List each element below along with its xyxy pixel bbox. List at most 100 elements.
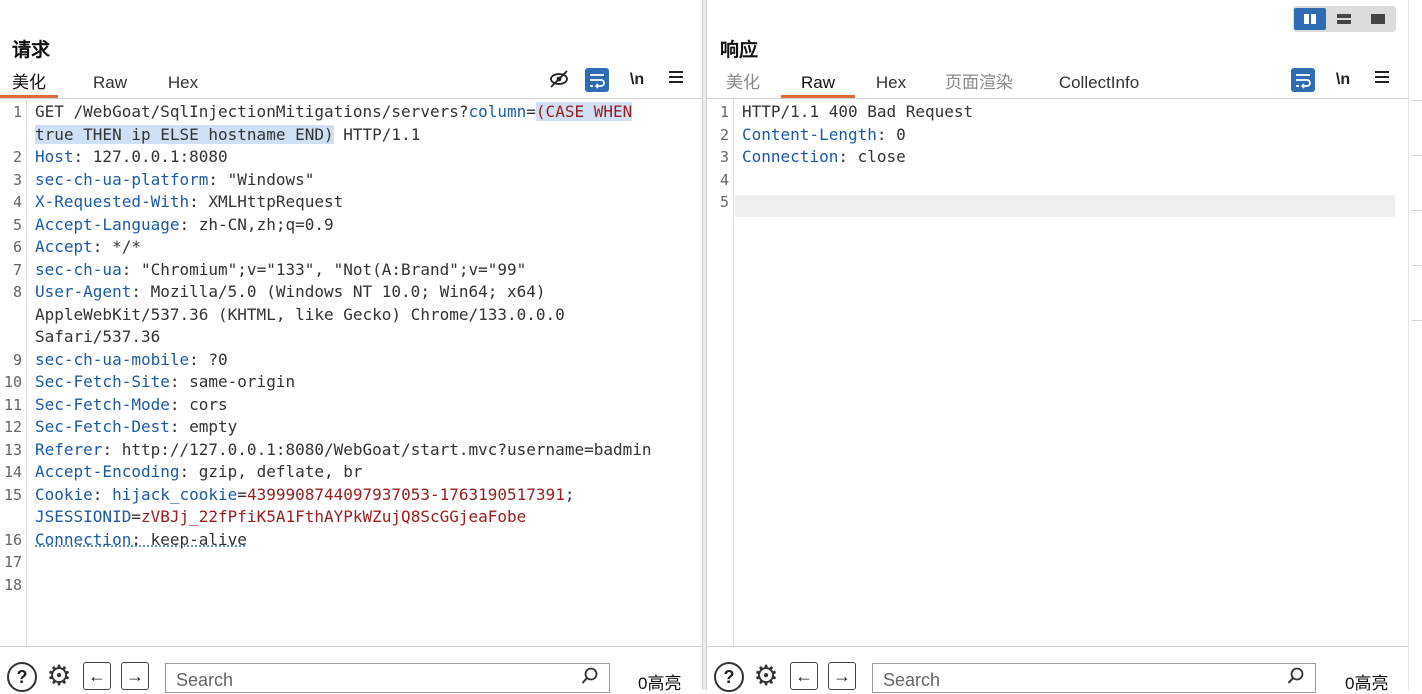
tab-raw[interactable]: Raw xyxy=(84,70,136,98)
code-line: sec-ch-ua: "Chromium";v="133", "Not(A:Br… xyxy=(35,259,526,281)
code-token: : 127.0.0.1:8080 xyxy=(73,147,228,166)
code-token: Content-Length xyxy=(742,124,877,144)
current-line-highlight xyxy=(735,195,1395,217)
line-number: 14 xyxy=(3,463,22,481)
code-line: JSESSIONID=zVBJj_22fPfiK5A1FthAYPkWZujQ8… xyxy=(35,506,526,528)
code-token: : zh-CN,zh;q=0.9 xyxy=(179,214,334,234)
line-number: 2 xyxy=(719,125,729,144)
back-arrow-button[interactable]: ← xyxy=(83,662,111,690)
gear-icon[interactable]: ⚙ xyxy=(43,660,75,692)
tab-page-render[interactable]: 页面渲染 xyxy=(939,70,1019,98)
code-line: Content-Length: 0 xyxy=(742,124,906,146)
code-token: AppleWebKit/537.36 (KHTML, like Gecko) C… xyxy=(35,304,565,324)
line-number: 2 xyxy=(12,148,22,166)
code-token: true THEN ip ELSE hostname END) xyxy=(35,124,334,144)
code-token: : xyxy=(92,484,113,504)
right-scroll-gutter[interactable] xyxy=(1408,0,1422,690)
line-number-gutter: 1 2 3 4 5 6 7 8 9 10 11 12 13 14 15 16 17 18 xyxy=(0,100,27,646)
request-search[interactable] xyxy=(165,663,610,693)
code-token: Accept-Language xyxy=(35,214,180,234)
search-icon[interactable] xyxy=(1287,667,1305,690)
search-input[interactable] xyxy=(174,667,558,693)
layout-side-by-side-button[interactable] xyxy=(1294,8,1326,30)
request-footer: ? ⚙ ← → 0高亮 xyxy=(0,646,702,693)
response-editor[interactable]: 1 2 3 4 5 HTTP/1.1 400 Bad Request Content-Le… xyxy=(707,100,1408,646)
code-token: Sec-Fetch-Site xyxy=(35,372,170,391)
code-token: zVBJj_22fPfiK5A1FthAYPkWZujQ8ScGGjeaFobe xyxy=(140,507,527,526)
layout-toggle[interactable] xyxy=(1293,6,1396,32)
gear-icon[interactable]: ⚙ xyxy=(750,660,782,692)
tab-divider xyxy=(0,98,702,99)
code-line: sec-ch-ua-mobile: ?0 xyxy=(35,349,228,371)
code-token: GET /WebGoat/SqlInjectionMitigations/ser… xyxy=(35,102,469,121)
line-number: 6 xyxy=(12,238,22,256)
code-token: sec-ch-ua-mobile xyxy=(35,349,190,369)
line-number: 17 xyxy=(3,553,22,571)
tab-pretty[interactable]: 美化 xyxy=(0,70,58,98)
code-line: Accept-Language: zh-CN,zh;q=0.9 xyxy=(35,214,334,236)
code-token: Accept xyxy=(35,237,93,256)
line-number: 1 xyxy=(719,103,729,121)
code-line: HTTP/1.1 400 Bad Request xyxy=(742,101,973,123)
code-line: Sec-Fetch-Mode: cors xyxy=(35,394,228,416)
code-token: Safari/537.36 xyxy=(35,327,161,346)
code-token: HTTP/1.1 xyxy=(333,124,421,144)
request-editor[interactable]: 1 2 3 4 5 6 7 8 9 10 11 12 13 14 15 16 17 18 GET /WebGoat… xyxy=(0,100,702,646)
word-wrap-icon[interactable] xyxy=(1291,68,1315,92)
line-number: 4 xyxy=(719,170,729,189)
code-token: : 0 xyxy=(876,124,906,144)
newline-toggle[interactable]: \n xyxy=(1331,68,1355,92)
line-number: 5 xyxy=(12,215,22,234)
tab-raw[interactable]: Raw xyxy=(781,70,855,98)
layout-stacked-button[interactable] xyxy=(1328,8,1360,30)
code-token: Connection xyxy=(35,529,132,549)
code-token: = xyxy=(237,484,247,504)
code-token: : Mozilla/5.0 (Windows NT 10.0; Win64; x… xyxy=(131,282,546,301)
menu-icon[interactable] xyxy=(1370,68,1394,92)
request-pane: 请求 美化 Raw Hex \n 1 2 3 4 5 6 7 8 9 10 11 12 13 14 15 16… xyxy=(0,0,702,693)
code-line: Accept-Encoding: gzip, deflate, br xyxy=(35,461,363,483)
highlight-count: 0高亮 xyxy=(1345,674,1389,693)
tab-collectinfo[interactable]: CollectInfo xyxy=(1049,70,1149,98)
line-number: 8 xyxy=(12,283,22,301)
code-line: GET /WebGoat/SqlInjectionMitigations/ser… xyxy=(35,101,633,123)
line-number: 13 xyxy=(3,440,22,459)
line-number: 11 xyxy=(3,395,22,414)
code-token: : same-origin xyxy=(169,372,296,391)
forward-arrow-button[interactable]: → xyxy=(828,662,856,690)
newline-toggle[interactable]: \n xyxy=(625,68,649,92)
code-line: sec-ch-ua-platform: "Windows" xyxy=(35,169,314,191)
help-icon[interactable]: ? xyxy=(7,662,37,692)
menu-icon[interactable] xyxy=(664,68,688,92)
code-line: Connection: keep-alive xyxy=(35,529,247,551)
code-token: = xyxy=(526,102,536,121)
forward-arrow-button[interactable]: → xyxy=(121,662,149,690)
line-number: 3 xyxy=(12,170,22,189)
search-input[interactable] xyxy=(881,667,1265,693)
word-wrap-icon[interactable] xyxy=(585,68,609,92)
line-number: 9 xyxy=(12,350,22,369)
back-arrow-button[interactable]: ← xyxy=(790,662,818,690)
code-token: HTTP/1.1 400 Bad Request xyxy=(742,102,974,121)
code-line: Host: 127.0.0.1:8080 xyxy=(35,146,228,168)
code-line: true THEN ip ELSE hostname END) HTTP/1.1 xyxy=(35,124,420,146)
code-token: JSESSIONID xyxy=(35,507,132,526)
tab-hex[interactable]: Hex xyxy=(867,70,915,98)
code-token: hijack_cookie xyxy=(112,484,238,504)
tab-hex[interactable]: Hex xyxy=(158,70,208,98)
line-number: 3 xyxy=(719,148,729,166)
search-icon[interactable] xyxy=(581,667,599,690)
code-token: (CASE WHEN xyxy=(535,102,633,121)
tab-pretty[interactable]: 美化 xyxy=(719,70,767,98)
line-number: 18 xyxy=(3,575,22,594)
code-token: 4399908744097937053-1763190517391 xyxy=(246,484,565,504)
code-token: X-Requested-With xyxy=(35,192,190,211)
layout-single-button[interactable] xyxy=(1362,8,1394,30)
code-token: = xyxy=(131,507,141,526)
line-number: 1 xyxy=(12,103,22,121)
help-icon[interactable]: ? xyxy=(714,662,744,692)
line-number: 5 xyxy=(719,193,729,211)
code-token: : keep-alive xyxy=(131,529,247,549)
eye-slash-icon[interactable] xyxy=(547,68,571,92)
response-search[interactable] xyxy=(872,663,1316,693)
